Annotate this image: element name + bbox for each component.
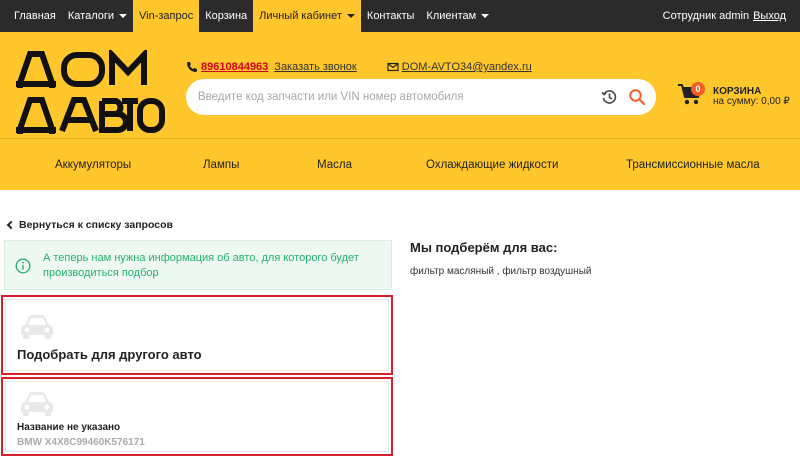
picks-heading: Мы подберём для вас:	[410, 240, 558, 255]
search-icon[interactable]	[628, 88, 646, 106]
car-vin: BMW X4X8C99460K576171	[17, 437, 145, 448]
caret-down-icon	[346, 14, 355, 18]
category-navigation: Аккумуляторы Лампы Масла Охлаждающие жид…	[0, 138, 800, 190]
info-alert: А теперь нам нужна информация об авто, д…	[4, 240, 392, 290]
nav-item-account[interactable]: Личный кабинет	[253, 0, 361, 32]
back-label: Вернуться к списку запросов	[19, 219, 173, 231]
site-header: 89610844963 Заказать звонок DOM-AVTO34@y…	[0, 32, 800, 190]
caret-down-icon	[481, 14, 490, 18]
logo-mark	[16, 47, 165, 134]
top-navigation: Главная Каталоги Vin-запрос Корзина Личн…	[0, 0, 800, 32]
email-link[interactable]: DOM-AVTO34@yandex.ru	[402, 61, 532, 73]
nav-item-home[interactable]: Главная	[0, 0, 62, 32]
cart-sum: на сумму: 0,00 ₽	[713, 96, 790, 107]
info-text: А теперь нам нужна информация об авто, д…	[43, 252, 359, 279]
category-transmission-oils[interactable]: Трансмиссионные масла	[626, 139, 760, 191]
search-input[interactable]	[198, 79, 588, 115]
category-batteries[interactable]: Аккумуляторы	[55, 139, 131, 191]
phone-icon	[187, 62, 197, 72]
cart-count-badge: 0	[691, 82, 705, 96]
nav-item-contacts[interactable]: Контакты	[361, 0, 421, 32]
search-bar	[186, 79, 656, 115]
callback-link[interactable]: Заказать звонок	[274, 61, 356, 73]
picks-list: фильтр масляный , фильтр воздушный	[410, 266, 592, 277]
nav-item-catalogs[interactable]: Каталоги	[62, 0, 133, 32]
user-info: Сотрудник admin Выход	[663, 0, 786, 32]
category-lamps[interactable]: Лампы	[203, 139, 239, 191]
car-icon	[21, 392, 53, 416]
nav-item-catalogs-label: Каталоги	[67, 10, 115, 22]
car-name: Название не указано	[17, 422, 121, 433]
history-icon[interactable]	[601, 89, 617, 105]
info-icon	[15, 258, 31, 274]
nav-item-cart[interactable]: Корзина	[199, 0, 253, 32]
header-contacts: 89610844963 Заказать звонок DOM-AVTO34@y…	[186, 60, 532, 74]
category-oils[interactable]: Масла	[317, 139, 352, 191]
logout-link[interactable]: Выход	[753, 10, 786, 22]
nav-item-account-label: Личный кабинет	[259, 10, 342, 22]
select-other-car-card[interactable]: Подобрать для другого авто	[1, 295, 393, 375]
saved-car-card[interactable]: Название не указано BMW X4X8C99460K57617…	[1, 377, 393, 456]
car-icon	[21, 315, 53, 339]
back-to-requests-link[interactable]: Вернуться к списку запросов	[6, 219, 173, 231]
chevron-left-icon	[6, 220, 16, 230]
nav-item-vin-request[interactable]: Vin-запрос	[133, 0, 200, 32]
caret-down-icon	[119, 14, 128, 18]
nav-item-clients-label: Клиентам	[426, 10, 477, 22]
card-title: Подобрать для другого авто	[17, 347, 202, 362]
user-label: Сотрудник admin	[662, 10, 750, 22]
mail-icon	[387, 62, 399, 72]
site-logo[interactable]	[14, 47, 166, 143]
category-coolants[interactable]: Охлаждающие жидкости	[426, 139, 558, 191]
nav-item-clients[interactable]: Клиентам	[420, 0, 495, 32]
phone-link[interactable]: 89610844963	[201, 61, 268, 73]
